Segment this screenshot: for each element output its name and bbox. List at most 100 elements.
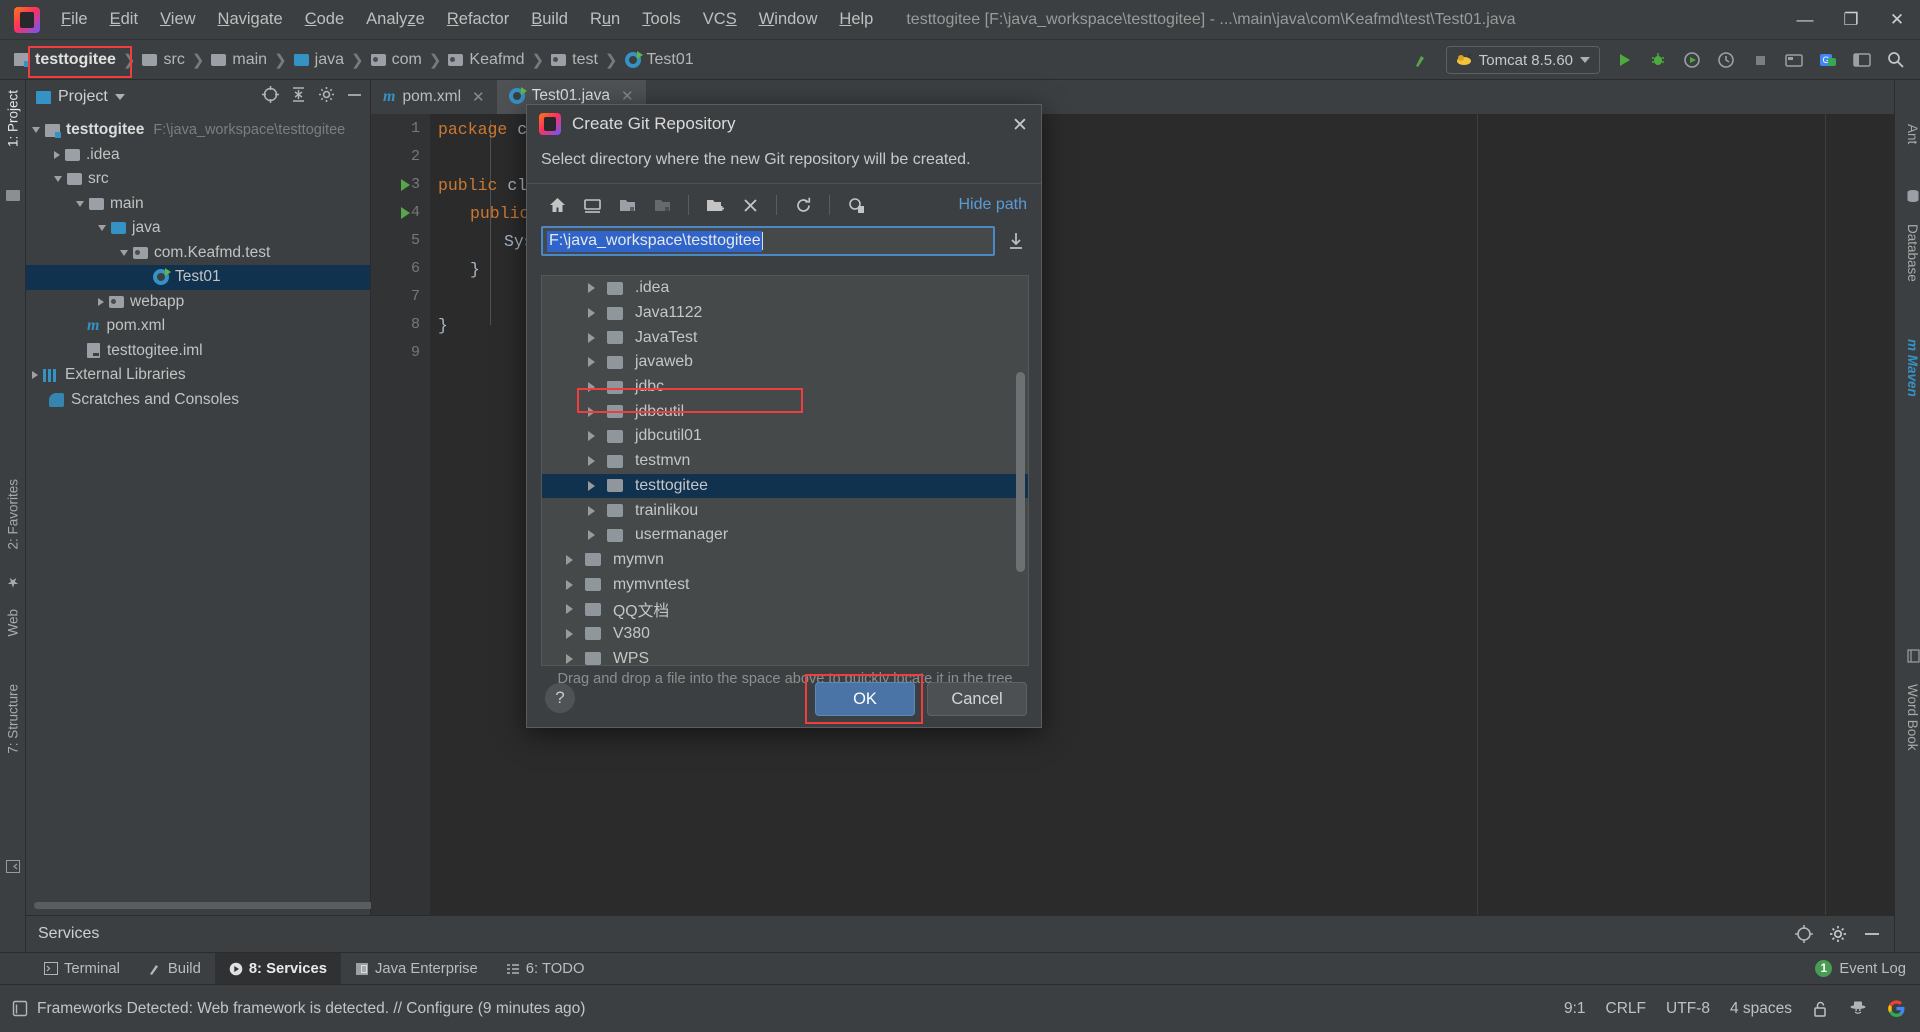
settings-icon[interactable] xyxy=(316,84,336,104)
dir-row-idea[interactable]: .idea xyxy=(542,276,1028,301)
new-folder-icon[interactable] xyxy=(699,190,731,220)
sidebar-item-maven[interactable]: m Maven xyxy=(1894,335,1920,401)
status-message-area[interactable]: Frameworks Detected: Web framework is de… xyxy=(0,1000,585,1018)
line-separator[interactable]: CRLF xyxy=(1606,1000,1646,1018)
project-horizontal-scrollbar[interactable] xyxy=(34,902,384,909)
show-hidden-icon[interactable] xyxy=(840,190,872,220)
delete-icon[interactable] xyxy=(734,190,766,220)
directory-tree-scrollbar[interactable] xyxy=(1016,372,1025,572)
home-icon[interactable] xyxy=(541,190,573,220)
breadcrumb-item-testtogitee[interactable]: testtogitee xyxy=(14,51,116,69)
chevron-right-icon[interactable] xyxy=(32,371,38,380)
editor-gutter[interactable]: 1 2 3 4 5 6 7 8 9 xyxy=(371,114,430,915)
chevron-right-icon[interactable] xyxy=(566,554,573,565)
event-log-button[interactable]: 1 Event Log xyxy=(1815,960,1906,977)
chevron-down-icon[interactable] xyxy=(54,176,62,183)
google-icon[interactable] xyxy=(1887,999,1906,1018)
dir-row-v380[interactable]: V380 xyxy=(542,622,1028,647)
chevron-right-icon[interactable] xyxy=(566,628,573,639)
maximize-button[interactable]: ❐ xyxy=(1828,0,1874,40)
dir-row-trainlikou[interactable]: trainlikou xyxy=(542,498,1028,523)
dir-row-wps[interactable]: WPS xyxy=(542,646,1028,665)
chevron-right-icon[interactable] xyxy=(588,332,595,343)
menu-refactor[interactable]: Refactor xyxy=(436,6,520,33)
dir-row-jdbcutil[interactable]: jdbcutil xyxy=(542,399,1028,424)
close-icon[interactable]: ✕ xyxy=(621,87,634,105)
run-with-coverage-icon[interactable] xyxy=(1676,44,1708,76)
tree-row-package[interactable]: com.Keafmd.test xyxy=(26,241,370,266)
create-git-repository-dialog[interactable]: Create Git Repository ✕ Select directory… xyxy=(526,104,1042,728)
run-gutter-icon[interactable] xyxy=(401,207,410,219)
locate-icon[interactable] xyxy=(260,84,280,104)
tab-terminal[interactable]: Terminal xyxy=(30,953,134,985)
chevron-down-icon[interactable] xyxy=(32,127,40,134)
breadcrumb-item-com[interactable]: com xyxy=(370,51,422,69)
dir-row-testmvn[interactable]: testmvn xyxy=(542,449,1028,474)
refresh-icon[interactable] xyxy=(787,190,819,220)
dir-row-jdbc[interactable]: jdbc xyxy=(542,375,1028,400)
chevron-right-icon[interactable] xyxy=(566,604,573,615)
stop-icon[interactable] xyxy=(1744,44,1776,76)
menu-analyze[interactable]: Analyze xyxy=(355,6,436,33)
caret-position[interactable]: 9:1 xyxy=(1564,1000,1586,1018)
editor-tab-pom-xml[interactable]: m pom.xml ✕ xyxy=(371,80,497,114)
tree-row-idea[interactable]: .idea xyxy=(26,143,370,168)
sidebar-item-ant[interactable]: Ant xyxy=(1894,120,1920,148)
dir-row-jdbcutil01[interactable]: jdbcutil01 xyxy=(542,424,1028,449)
tree-row-src[interactable]: src xyxy=(26,167,370,192)
breadcrumb-item-java[interactable]: java xyxy=(293,51,344,69)
chevron-down-icon[interactable] xyxy=(98,225,106,232)
menu-help[interactable]: Help xyxy=(828,6,884,33)
dir-row-qq-docs[interactable]: QQ文档 xyxy=(542,597,1028,622)
sidebar-item-web[interactable]: Web xyxy=(0,605,26,641)
chevron-right-icon[interactable] xyxy=(566,579,573,590)
updates-icon[interactable] xyxy=(1778,44,1810,76)
close-icon[interactable]: ✕ xyxy=(472,88,485,106)
settings-gear-icon[interactable] xyxy=(1828,924,1848,944)
chevron-right-icon[interactable] xyxy=(98,297,104,306)
menu-run[interactable]: Run xyxy=(579,6,631,33)
desktop-icon[interactable] xyxy=(576,190,608,220)
sidebar-item-favorites[interactable]: 2: Favorites xyxy=(0,475,26,554)
ok-button[interactable]: OK xyxy=(815,682,915,716)
run-configuration-selector[interactable]: Tomcat 8.5.60 xyxy=(1445,46,1600,74)
breadcrumb-item-keafmd[interactable]: Keafmd xyxy=(448,51,525,69)
debug-icon[interactable] xyxy=(1642,44,1674,76)
tab-java-enterprise[interactable]: Java Enterprise xyxy=(341,953,492,985)
menu-build[interactable]: Build xyxy=(520,6,579,33)
sidebar-item-project[interactable]: 1: Project xyxy=(0,86,26,151)
chevron-down-icon[interactable] xyxy=(114,94,125,100)
cancel-button[interactable]: Cancel xyxy=(927,682,1027,716)
menu-file[interactable]: File xyxy=(50,6,99,33)
close-icon[interactable]: ✕ xyxy=(1009,114,1031,136)
menu-navigate[interactable]: Navigate xyxy=(207,6,294,33)
build-icon[interactable] xyxy=(1406,44,1438,76)
chevron-right-icon[interactable] xyxy=(566,653,573,664)
breadcrumb-item-src[interactable]: src xyxy=(142,51,185,69)
dir-row-mymvn[interactable]: mymvn xyxy=(542,548,1028,573)
hide-path-link[interactable]: Hide path xyxy=(959,196,1028,214)
menu-code[interactable]: Code xyxy=(294,6,355,33)
tab-build[interactable]: Build xyxy=(134,953,215,985)
chevron-right-icon[interactable] xyxy=(588,480,595,491)
run-gutter-icon[interactable] xyxy=(401,179,410,191)
path-input[interactable]: F:\java_workspace\testtogitee xyxy=(541,226,995,256)
chevron-down-icon[interactable] xyxy=(76,200,84,207)
sidebar-item-word-book[interactable]: Word Book xyxy=(1894,680,1920,755)
file-encoding[interactable]: UTF-8 xyxy=(1666,1000,1710,1018)
breadcrumb-item-test01[interactable]: Test01 xyxy=(624,50,694,69)
collapse-all-icon[interactable] xyxy=(288,84,308,104)
chevron-right-icon[interactable] xyxy=(588,431,595,442)
chevron-right-icon[interactable] xyxy=(54,150,60,159)
profiler-icon[interactable] xyxy=(1710,44,1742,76)
tab-services[interactable]: 8: Services xyxy=(214,952,341,985)
close-button[interactable]: ✕ xyxy=(1874,0,1920,40)
sidebar-item-structure[interactable]: 7: Structure xyxy=(0,680,26,758)
sidebar-item-database[interactable]: Database xyxy=(1894,220,1920,286)
indent-setting[interactable]: 4 spaces xyxy=(1730,1000,1792,1018)
directory-tree[interactable]: .idea Java1122 JavaTest javaweb jdbc jdb… xyxy=(541,275,1029,666)
tab-todo[interactable]: 6: TODO xyxy=(492,953,599,985)
hide-icon[interactable] xyxy=(1862,924,1882,944)
chevron-right-icon[interactable] xyxy=(588,456,595,467)
translate-icon[interactable]: G xyxy=(1812,44,1844,76)
